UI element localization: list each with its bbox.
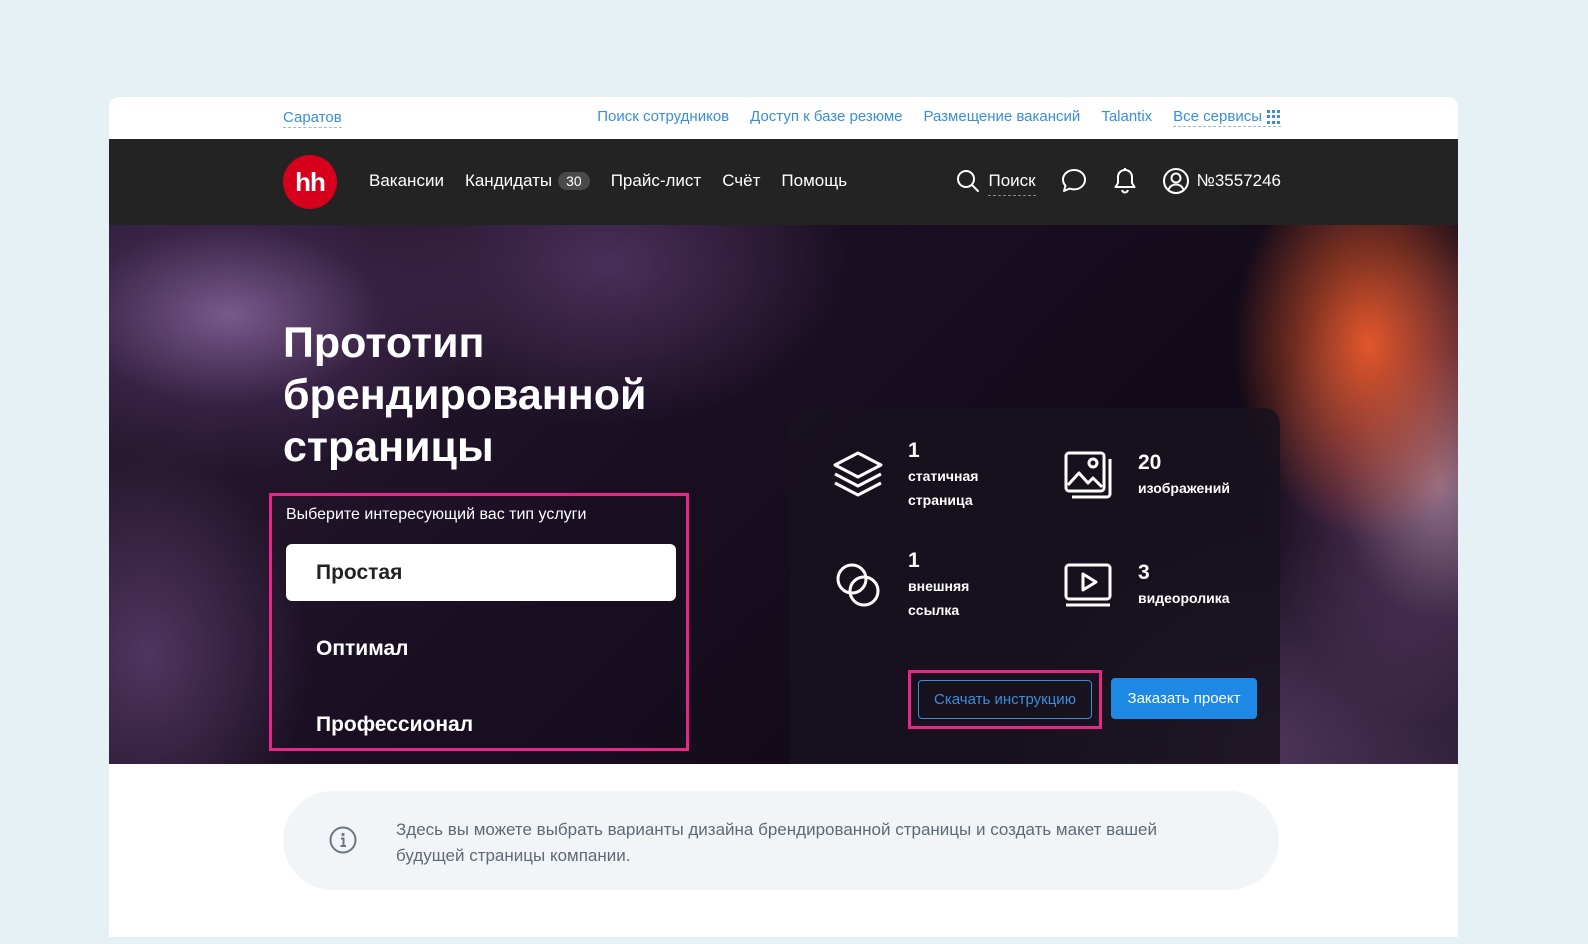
feature-label-line2: страница <box>908 492 973 508</box>
feature-label: статичная <box>908 468 979 484</box>
download-instructions-button[interactable]: Скачать инструкцию <box>918 680 1092 719</box>
city-selector[interactable]: Саратов <box>283 109 342 128</box>
service-type-prompt: Выберите интересующий вас тип услуги <box>286 506 587 523</box>
nav-item-candidates-label: Кандидаты <box>464 171 553 190</box>
feature-label: видеоролика <box>1138 590 1230 606</box>
feature-images: 20 изображений <box>1058 450 1230 500</box>
nav-item-vacancies[interactable]: Вакансии <box>369 171 444 191</box>
feature-label: внешняя <box>908 578 970 594</box>
hero-section: Прототип брендированной страницы Выберит… <box>109 225 1458 764</box>
profile-menu[interactable]: №3557246 <box>1162 167 1281 195</box>
nav-item-help[interactable]: Помощь <box>781 171 847 191</box>
profile-id: №3557246 <box>1196 170 1281 190</box>
feature-count: 1 <box>908 549 920 572</box>
video-icon <box>1064 563 1112 607</box>
option-professional[interactable]: Профессионал <box>286 696 676 753</box>
order-project-button[interactable]: Заказать проект <box>1111 678 1257 719</box>
user-avatar-icon <box>1162 167 1189 194</box>
chat-button[interactable] <box>1060 167 1088 195</box>
link-find-employees[interactable]: Поиск сотрудников <box>597 108 729 127</box>
feature-label-line2: ссылка <box>908 602 960 618</box>
info-icon <box>328 825 358 860</box>
option-simple[interactable]: Простая <box>286 544 676 601</box>
nav-menu: Вакансии Кандидаты 30 Прайс-лист Счёт Пом… <box>369 171 847 191</box>
option-optimal[interactable]: Оптимал <box>286 620 676 677</box>
feature-count: 20 <box>1138 451 1162 474</box>
info-banner-text: Здесь вы можете выбрать варианты дизайна… <box>396 820 1157 865</box>
image-icon <box>1064 451 1112 499</box>
feature-count: 3 <box>1138 561 1150 584</box>
search-label: Поиск <box>988 171 1036 196</box>
feature-external-link: 1 внешняя ссылка <box>828 548 969 622</box>
candidates-count-badge: 30 <box>558 172 590 190</box>
page-frame: Саратов Поиск сотрудников Доступ к базе … <box>109 97 1458 937</box>
link-talantix[interactable]: Talantix <box>1101 108 1152 127</box>
bell-icon <box>1114 167 1136 194</box>
feature-static-page: 1 статичная страница <box>828 438 978 512</box>
download-highlight: Скачать инструкцию <box>908 670 1102 729</box>
nav-item-price-list[interactable]: Прайс-лист <box>611 171 702 191</box>
service-type-selector: Выберите интересующий вас тип услуги Про… <box>269 493 689 751</box>
search-button[interactable]: Поиск <box>956 165 1036 196</box>
top-links-bar: Саратов Поиск сотрудников Доступ к базе … <box>109 97 1458 139</box>
search-icon <box>957 169 980 192</box>
all-services-link[interactable]: Все сервисы <box>1173 108 1281 127</box>
top-links: Поиск сотрудников Доступ к базе резюме Р… <box>597 108 1281 127</box>
page-title: Прототип брендированной страницы <box>283 319 647 471</box>
hh-logo[interactable]: hh <box>283 155 337 209</box>
feature-count: 1 <box>908 439 920 462</box>
link-resume-database[interactable]: Доступ к базе резюме <box>750 108 902 127</box>
nav-item-invoice[interactable]: Счёт <box>722 171 760 191</box>
feature-videos: 3 видеоролика <box>1058 560 1230 610</box>
link-circles-icon <box>836 563 880 607</box>
all-services-label: Все сервисы <box>1173 108 1262 125</box>
notifications-button[interactable] <box>1112 167 1138 195</box>
package-info-card: 1 статичная страница 20 изображений 1 вн… <box>790 408 1280 764</box>
info-banner: Здесь вы можете выбрать варианты дизайна… <box>283 791 1279 890</box>
chat-bubble-icon <box>1061 168 1086 192</box>
nav-item-candidates[interactable]: Кандидаты 30 <box>465 171 590 191</box>
layers-icon <box>833 451 883 497</box>
link-post-vacancies[interactable]: Размещение вакансий <box>923 108 1080 127</box>
nav-right: Поиск №3557246 <box>956 165 1281 196</box>
main-nav: hh Вакансии Кандидаты 30 Прайс-лист Счёт … <box>109 139 1458 225</box>
feature-label: изображений <box>1138 480 1230 496</box>
apps-grid-icon <box>1267 110 1281 124</box>
